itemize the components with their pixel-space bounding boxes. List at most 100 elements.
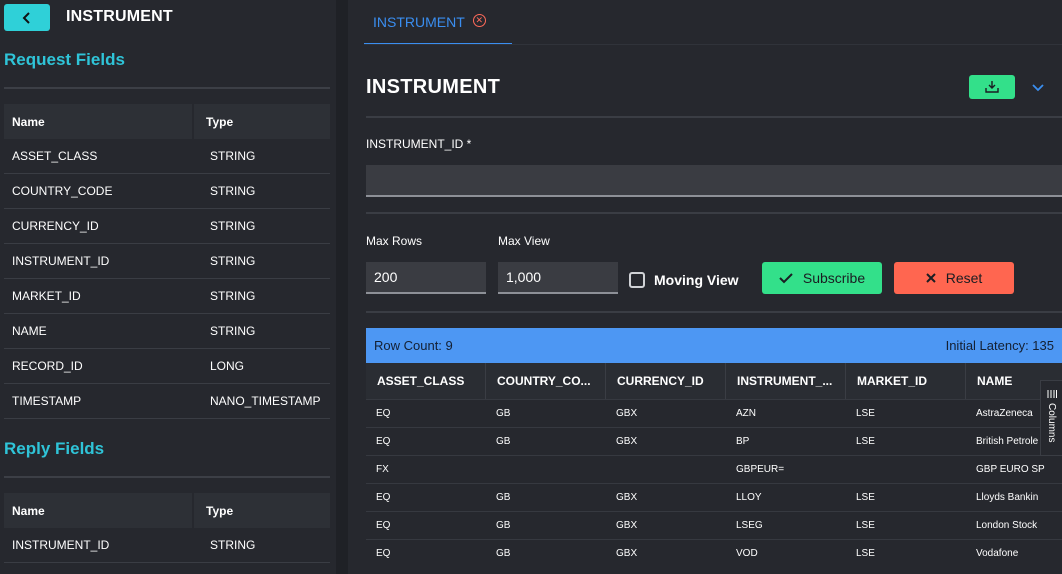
- grid-cell: LSE: [856, 408, 875, 419]
- grid-cell: EQ: [376, 408, 391, 419]
- column-header[interactable]: ASSET_CLASS: [366, 363, 486, 399]
- columns-tab-label: Columns: [1046, 403, 1057, 443]
- type-column-header: Type: [206, 114, 234, 129]
- subscribe-button[interactable]: Subscribe: [762, 262, 882, 294]
- field-name: COUNTRY_CODE: [12, 184, 113, 198]
- x-icon: [925, 273, 936, 283]
- field-type: STRING: [210, 324, 256, 338]
- table-row[interactable]: FX GBPEUR= GBP EURO SP: [366, 455, 1062, 483]
- field-type: STRING: [210, 538, 256, 552]
- table-header: Name Type: [4, 493, 330, 528]
- grid-cell: FX: [376, 464, 389, 475]
- grid-cell: GBX: [616, 548, 638, 559]
- reply-fields-title: Reply Fields: [4, 439, 105, 458]
- back-button[interactable]: [4, 4, 50, 31]
- field-name: RECORD_ID: [12, 359, 83, 373]
- table-row[interactable]: CURRENCY_ID STRING: [4, 209, 330, 244]
- grid-cell: VOD: [736, 548, 758, 559]
- table-row[interactable]: ASSET_CLASS STRING: [4, 139, 330, 174]
- table-row[interactable]: INSTRUMENT_ID STRING: [4, 528, 330, 563]
- grid-cell: GB: [496, 408, 511, 419]
- check-icon: [779, 273, 793, 284]
- divider: [366, 116, 1062, 118]
- checkbox-box[interactable]: [629, 272, 645, 288]
- table-row[interactable]: EQ GB GBX LLOY LSE Lloyds Bankin: [366, 483, 1062, 511]
- field-name: NAME: [12, 324, 47, 338]
- field-name: INSTRUMENT_ID: [12, 538, 110, 552]
- panel-splitter[interactable]: [336, 0, 348, 574]
- column-header[interactable]: COUNTRY_CO...: [486, 363, 606, 399]
- grid-cell: LSE: [856, 548, 875, 559]
- column-header[interactable]: INSTRUMENT_...: [726, 363, 846, 399]
- grid-cell: LSE: [856, 520, 875, 531]
- grid-cell: [486, 456, 606, 483]
- grid-cell: BP: [736, 436, 750, 447]
- grid-cell: GBX: [616, 520, 638, 531]
- field-type: STRING: [210, 219, 256, 233]
- grid-cell: GBPEUR=: [736, 464, 785, 475]
- panel-title: INSTRUMENT: [66, 8, 173, 25]
- table-row[interactable]: TIMESTAMP NANO_TIMESTAMP: [4, 384, 330, 419]
- request-fields-table: Name Type ASSET_CLASS STRING COUNTRY_CODE S…: [4, 104, 330, 419]
- close-circle-icon[interactable]: ✕: [472, 14, 486, 27]
- grid-cell: LSE: [856, 492, 875, 503]
- field-type: STRING: [210, 289, 256, 303]
- grid-cell: GBX: [616, 492, 638, 503]
- table-row[interactable]: NAME STRING: [4, 314, 330, 349]
- grid-cell: GB: [496, 520, 511, 531]
- grid-status-bar: Row Count: 9 Initial Latency: 135: [366, 328, 1062, 363]
- chevron-left-icon: [22, 11, 30, 24]
- reply-fields-table: Name Type INSTRUMENT_ID STRING: [4, 493, 330, 563]
- column-header[interactable]: CURRENCY_ID: [606, 363, 726, 399]
- instrument-id-label: INSTRUMENT_ID *: [366, 137, 472, 151]
- grid-cell: LSE: [856, 436, 875, 447]
- chevron-down-icon[interactable]: [1029, 78, 1047, 96]
- table-row[interactable]: EQ GB GBX BP LSE British Petrole: [366, 427, 1062, 455]
- divider: [366, 311, 1062, 313]
- columns-side-tab[interactable]: Columns: [1040, 380, 1062, 456]
- field-type: STRING: [210, 149, 256, 163]
- reset-button[interactable]: Reset: [894, 262, 1014, 294]
- field-name: ASSET_CLASS: [12, 149, 98, 163]
- column-header[interactable]: MARKET_ID: [846, 363, 966, 399]
- table-row[interactable]: EQ GB GBX LSEG LSE London Stock: [366, 511, 1062, 539]
- table-header: Name Type: [4, 104, 330, 139]
- tab-label: INSTRUMENT: [373, 13, 465, 30]
- moving-view-checkbox[interactable]: Moving View: [629, 272, 739, 288]
- max-view-input[interactable]: [498, 262, 618, 294]
- field-type: STRING: [210, 254, 256, 268]
- divider: [4, 476, 330, 478]
- form-title: INSTRUMENT: [366, 76, 501, 98]
- instrument-id-input[interactable]: [366, 165, 1062, 197]
- grid-cell: GB: [496, 548, 511, 559]
- tab-instrument[interactable]: INSTRUMENT ✕: [364, 0, 512, 45]
- grid-cell: EQ: [376, 548, 391, 559]
- field-name: CURRENCY_ID: [12, 219, 99, 233]
- max-rows-label: Max Rows: [366, 234, 423, 248]
- initial-latency: Initial Latency: 135: [945, 338, 1054, 353]
- max-rows-input[interactable]: [366, 262, 486, 294]
- grid-header: ASSET_CLASS COUNTRY_CO... CURRENCY_ID INSTR…: [366, 363, 1062, 399]
- columns-icon: [1047, 390, 1057, 398]
- table-row[interactable]: INSTRUMENT_ID STRING: [4, 244, 330, 279]
- grid-cell: EQ: [376, 492, 391, 503]
- grid-cell: LSEG: [736, 520, 763, 531]
- field-type: NANO_TIMESTAMP: [210, 394, 321, 408]
- grid-cell: [846, 456, 966, 483]
- field-type: STRING: [210, 184, 256, 198]
- type-column-header: Type: [206, 503, 234, 518]
- grid-cell: GBP EURO SP: [976, 464, 1045, 475]
- grid-cell: GB: [496, 436, 511, 447]
- grid-cell: Vodafone: [976, 548, 1019, 559]
- grid-cell: LLOY: [736, 492, 762, 503]
- table-row[interactable]: EQ GB GBX AZN LSE AstraZeneca: [366, 399, 1062, 427]
- table-row[interactable]: COUNTRY_CODE STRING: [4, 174, 330, 209]
- subscribe-label: Subscribe: [802, 270, 866, 286]
- download-button[interactable]: [969, 75, 1015, 99]
- reset-label: Reset: [945, 270, 983, 286]
- table-row[interactable]: RECORD_ID LONG: [4, 349, 330, 384]
- table-row[interactable]: EQ GB GBX VOD LSE Vodafone: [366, 539, 1062, 567]
- table-row[interactable]: MARKET_ID STRING: [4, 279, 330, 314]
- name-column-header: Name: [4, 493, 194, 528]
- field-type: LONG: [210, 359, 245, 373]
